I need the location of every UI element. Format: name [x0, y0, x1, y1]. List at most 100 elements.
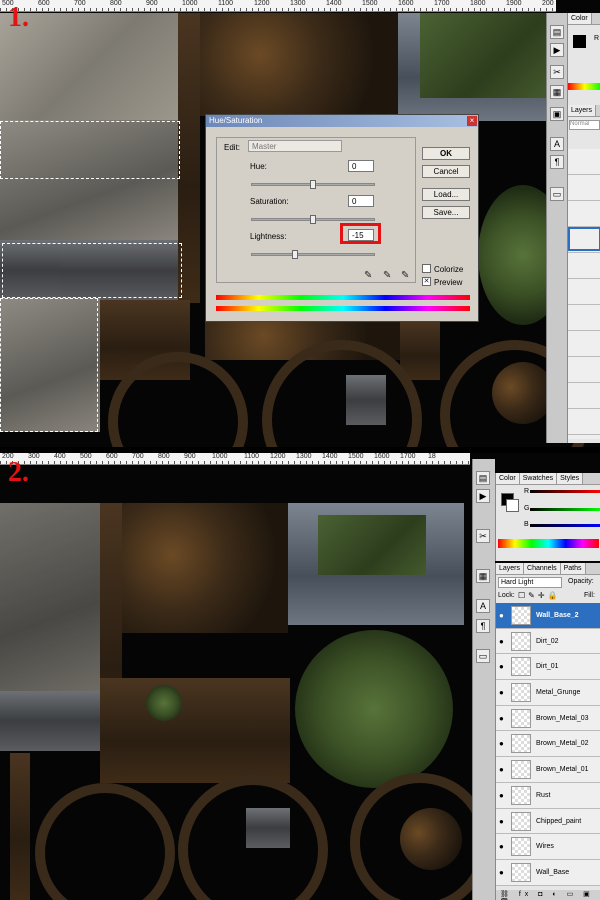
character-icon[interactable]: A	[476, 599, 490, 613]
machinery-texture	[346, 375, 386, 425]
concrete-wall-texture	[0, 503, 100, 691]
rust-strip-texture	[10, 753, 30, 900]
color-ramp[interactable]	[498, 539, 599, 548]
hue-input[interactable]: 0	[348, 160, 374, 172]
navigator-icon[interactable]: ▦	[476, 569, 490, 583]
lightness-slider[interactable]	[251, 250, 375, 259]
eye-icon[interactable]: ●	[499, 611, 504, 620]
info-icon[interactable]: ▭	[550, 187, 564, 201]
character-icon[interactable]: A	[550, 137, 564, 151]
eye-icon[interactable]: ●	[499, 765, 504, 774]
layer-thumbnail	[511, 734, 531, 754]
navigator-icon[interactable]: ▦	[550, 85, 564, 99]
ruler-tick: 1500	[348, 453, 364, 460]
slider-thumb[interactable]	[310, 180, 316, 189]
tab-color[interactable]: Color	[496, 473, 520, 484]
tools-icon[interactable]: ✂	[550, 65, 564, 79]
rust-disc-texture	[492, 362, 554, 424]
cancel-button[interactable]: Cancel	[422, 165, 470, 178]
layer-thumbnail	[511, 785, 531, 805]
layers-list[interactable]	[568, 149, 600, 439]
tab-channels[interactable]: Channels	[524, 563, 561, 574]
tab-styles[interactable]: Styles	[557, 473, 584, 484]
rust-ring-texture	[35, 783, 175, 900]
eye-icon[interactable]: ●	[499, 868, 504, 877]
tools-icon[interactable]: ✂	[476, 529, 490, 543]
eye-icon[interactable]: ●	[499, 662, 504, 671]
ok-button[interactable]: OK	[422, 147, 470, 160]
ruler-tick: 18	[428, 453, 436, 460]
colorize-checkbox[interactable]	[422, 264, 431, 273]
layer-row[interactable]: ● Brown_Metal_03	[496, 705, 600, 732]
actions-icon[interactable]: ▶	[550, 43, 564, 57]
eye-icon[interactable]: ●	[499, 739, 504, 748]
color-ramp[interactable]	[568, 83, 600, 90]
layer-row[interactable]: ● Rust	[496, 782, 600, 809]
dialog-titlebar[interactable]: Hue/Saturation ×	[206, 115, 478, 127]
layer-name: Wall_Base	[536, 868, 570, 876]
tab-layers[interactable]: Layers	[568, 105, 597, 116]
hue-slider[interactable]	[251, 180, 375, 189]
history-icon[interactable]: ▤	[476, 471, 490, 485]
background-swatch[interactable]	[506, 499, 519, 512]
load-button[interactable]: Load...	[422, 188, 470, 201]
layer-row[interactable]: ● Wall_Base	[496, 859, 600, 886]
paragraph-icon[interactable]: ¶	[550, 155, 564, 169]
preview-checkbox[interactable]: ✕	[422, 277, 431, 286]
eyedropper-minus-icon[interactable]: ✎	[401, 270, 409, 281]
eyedropper-plus-icon[interactable]: ✎	[383, 270, 391, 281]
ruler-tick: 200	[542, 0, 554, 7]
eye-icon[interactable]: ●	[499, 688, 504, 697]
paragraph-icon[interactable]: ¶	[476, 619, 490, 633]
slider-thumb[interactable]	[292, 250, 298, 259]
history-icon[interactable]: ▤	[550, 25, 564, 39]
layer-name: Chipped_paint	[536, 817, 582, 825]
tab-layers[interactable]: Layers	[496, 563, 525, 574]
preview-label: Preview	[434, 278, 463, 287]
layer-actions-bar[interactable]: ⛓ fx ◘ ◐ ▭ ▣ 🗑	[496, 890, 600, 900]
ruler-tick: 1700	[400, 453, 416, 460]
eye-icon[interactable]: ●	[499, 817, 504, 826]
layer-row[interactable]: ● Dirt_01	[496, 654, 600, 681]
saturation-slider[interactable]	[251, 215, 375, 224]
foreground-swatch[interactable]	[573, 35, 586, 48]
eyedropper-icon[interactable]: ✎	[364, 270, 372, 281]
tab-swatches[interactable]: Swatches	[519, 473, 558, 484]
ruler-tick: 1100	[244, 453, 260, 460]
layer-name: Dirt_01	[536, 663, 559, 671]
rust-plate-texture	[122, 503, 288, 633]
blue-slider[interactable]	[530, 524, 600, 527]
layer-row[interactable]: ● Wall_Base_2	[496, 603, 600, 629]
layer-row[interactable]: ● Brown_Metal_01	[496, 757, 600, 783]
ruler-tick: 800	[110, 0, 122, 7]
close-icon[interactable]: ×	[467, 116, 477, 126]
green-slider[interactable]	[530, 508, 600, 511]
brushes-icon[interactable]: ▣	[550, 107, 564, 121]
tab-color[interactable]: Color	[568, 13, 592, 24]
blend-mode-select[interactable]: Normal	[569, 120, 600, 130]
eye-icon[interactable]: ●	[499, 637, 504, 646]
selected-layer-row[interactable]	[568, 227, 600, 251]
edit-channel-select[interactable]: Master	[248, 140, 342, 152]
info-icon[interactable]: ▭	[476, 649, 490, 663]
layer-row[interactable]: ● Dirt_02	[496, 628, 600, 655]
eye-icon[interactable]: ●	[499, 791, 504, 800]
layer-name: Brown_Metal_03	[536, 714, 589, 722]
layer-row[interactable]: ● Wires	[496, 834, 600, 860]
saturation-input[interactable]: 0	[348, 195, 374, 207]
colorize-label: Colorize	[434, 265, 464, 274]
channel-label: G	[524, 505, 530, 512]
actions-icon[interactable]: ▶	[476, 489, 490, 503]
save-button[interactable]: Save...	[422, 206, 470, 219]
eye-icon[interactable]: ●	[499, 842, 504, 851]
eye-icon[interactable]: ●	[499, 714, 504, 723]
tab-paths[interactable]: Paths	[560, 563, 586, 574]
slider-thumb[interactable]	[310, 215, 316, 224]
lock-icons[interactable]: ☐✎✛🔒	[518, 591, 561, 600]
layer-row[interactable]: ● Metal_Grunge	[496, 680, 600, 706]
ruler-tick: 1300	[296, 453, 312, 460]
layer-row[interactable]: ● Chipped_paint	[496, 808, 600, 835]
red-slider[interactable]	[530, 490, 600, 493]
blend-mode-select[interactable]: Hard Light	[498, 577, 562, 588]
layer-row[interactable]: ● Brown_Metal_02	[496, 731, 600, 758]
